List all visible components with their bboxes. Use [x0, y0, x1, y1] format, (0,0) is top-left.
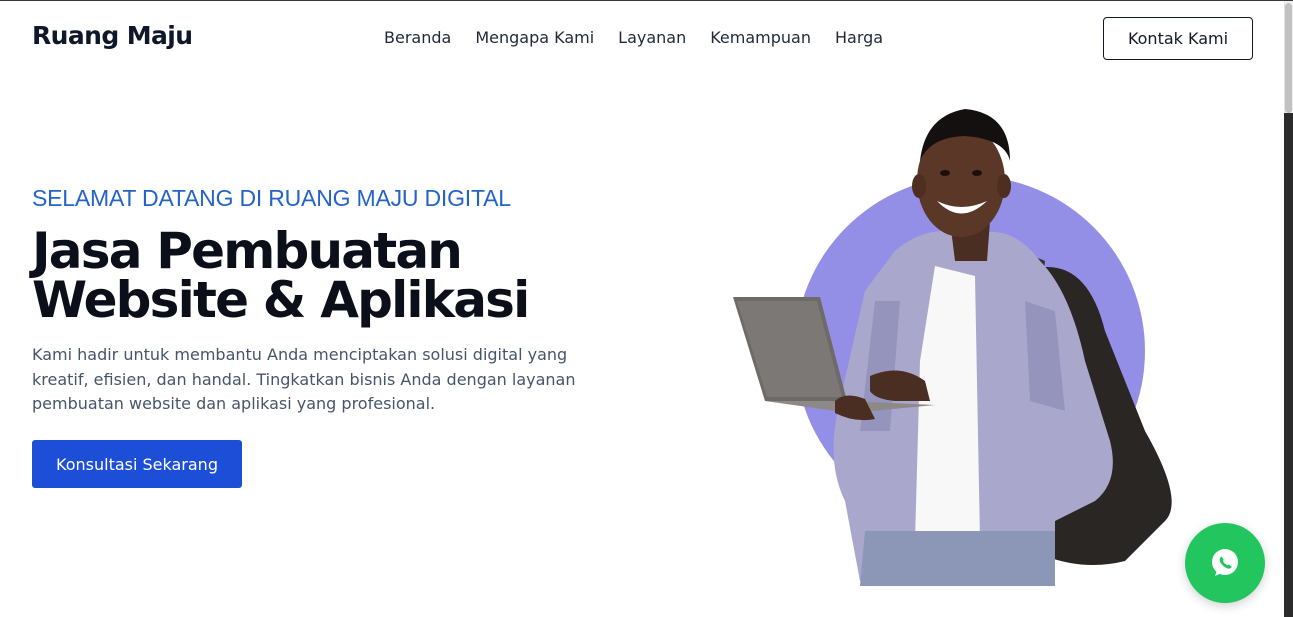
contact-button[interactable]: Kontak Kami — [1103, 17, 1253, 60]
hero-illustration — [733, 109, 1172, 586]
hero-headline: Jasa Pembuatan Website & Aplikasi — [32, 222, 592, 329]
hero-image — [725, 101, 1195, 591]
page-viewport: Ruang Maju Beranda Mengapa Kami Layanan … — [0, 0, 1293, 617]
hero-headline-line-1: Jasa Pembuatan — [32, 222, 463, 280]
main-nav: Beranda Mengapa Kami Layanan Kemampuan H… — [384, 28, 883, 47]
chat-fab[interactable] — [1185, 523, 1265, 603]
whatsapp-icon — [1212, 549, 1238, 576]
nav-link-harga[interactable]: Harga — [835, 28, 883, 47]
nav-link-beranda[interactable]: Beranda — [384, 28, 451, 47]
nav-link-mengapa-kami[interactable]: Mengapa Kami — [475, 28, 594, 47]
hero-eyebrow: SELAMAT DATANG DI RUANG MAJU DIGITAL — [32, 185, 511, 211]
nav-link-kemampuan[interactable]: Kemampuan — [710, 28, 811, 47]
hero-description: Kami hadir untuk membantu Anda menciptak… — [32, 345, 576, 413]
scrollbar-track — [1284, 113, 1293, 617]
consult-now-button[interactable]: Konsultasi Sekarang — [32, 440, 242, 488]
jeans — [860, 531, 1055, 586]
scrollbar-thumb[interactable] — [1285, 3, 1292, 113]
hero-headline-line-2: Website & Aplikasi — [32, 271, 530, 329]
page-scrollbar[interactable] — [1284, 1, 1293, 617]
brand-logo[interactable]: Ruang Maju — [32, 21, 193, 50]
nav-link-layanan[interactable]: Layanan — [618, 28, 686, 47]
